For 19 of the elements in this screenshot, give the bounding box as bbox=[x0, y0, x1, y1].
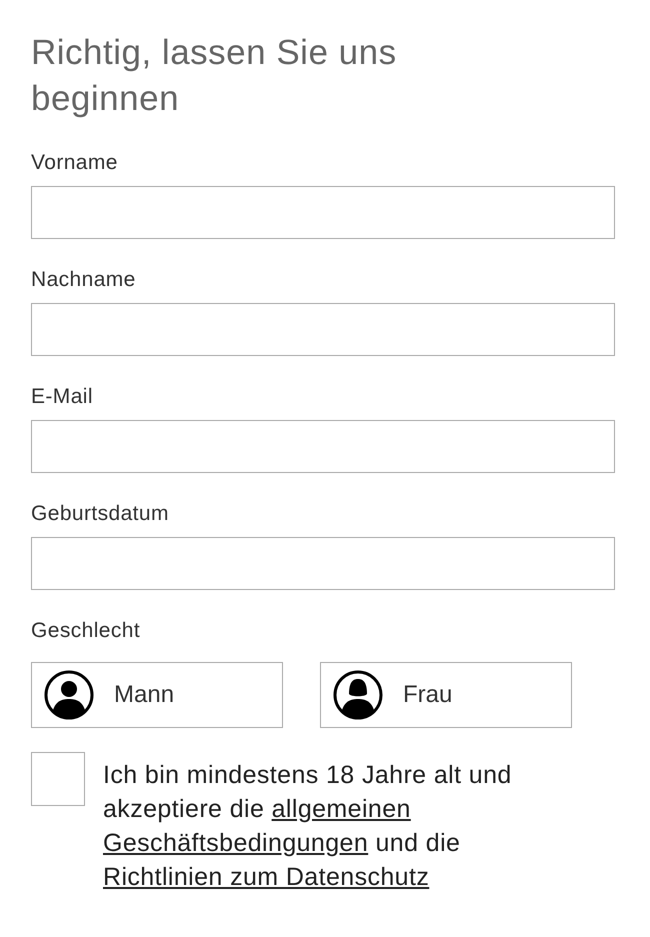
gender-option[interactable]: Mann bbox=[31, 662, 283, 728]
field-label: Vorname bbox=[31, 150, 119, 176]
terms-link[interactable]: Richtlinien zum Datenschutz bbox=[103, 863, 430, 891]
terms-link[interactable]: Geschäftsbedingungen bbox=[103, 829, 368, 857]
field-label: Nachname bbox=[31, 267, 137, 293]
input-field[interactable] bbox=[31, 420, 615, 473]
female-avatar-icon bbox=[333, 670, 383, 720]
gender-option[interactable]: Frau bbox=[320, 662, 572, 728]
checkbox[interactable] bbox=[31, 752, 85, 806]
input-field[interactable] bbox=[31, 537, 615, 590]
field-label: E-Mail bbox=[31, 384, 94, 410]
field-label: Geschlecht bbox=[31, 618, 142, 644]
page-title: Richtig, lassen Sie uns beginnen bbox=[31, 32, 398, 120]
input-field[interactable] bbox=[31, 186, 615, 239]
male-avatar-icon bbox=[44, 670, 94, 720]
field-label: Geburtsdatum bbox=[31, 501, 170, 527]
input-field[interactable] bbox=[31, 303, 615, 356]
terms-link[interactable]: allgemeinen bbox=[272, 795, 411, 823]
consent-text: Ich bin mindestens 18 Jahre alt und akzeptiere die allgemeinen Geschäftsbedingungen und die Richtlinien zum Datenschutz bbox=[103, 760, 513, 893]
